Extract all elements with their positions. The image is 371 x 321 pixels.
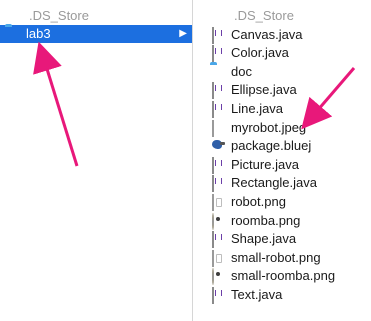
file-name: Canvas.java — [231, 26, 303, 42]
java-file-icon — [210, 26, 226, 44]
file-name: Text.java — [231, 287, 283, 302]
file-name: doc — [231, 63, 252, 79]
java-file-icon — [210, 287, 226, 304]
jpeg-file-icon — [210, 119, 226, 137]
roomba-png-icon — [210, 268, 226, 286]
png-file-icon — [210, 249, 226, 267]
file-name: .DS_Store — [29, 8, 89, 23]
file-row[interactable]: lab3 ▶ — [0, 25, 192, 43]
file-row[interactable]: roomba.png — [193, 212, 371, 230]
file-name: Picture.java — [231, 156, 299, 172]
file-row[interactable]: robot.png — [193, 193, 371, 211]
java-file-icon — [210, 156, 226, 174]
file-name: Ellipse.java — [231, 82, 297, 98]
file-name: .DS_Store — [234, 8, 294, 23]
file-name: Rectangle.java — [231, 175, 317, 191]
file-row[interactable]: package.bluej — [193, 137, 371, 155]
file-row[interactable]: Rectangle.java — [193, 174, 371, 193]
file-row[interactable]: small-roomba.png — [193, 267, 371, 286]
folder-icon — [210, 64, 226, 80]
file-name: roomba.png — [231, 212, 301, 228]
file-row[interactable]: small-robot.png — [193, 249, 371, 267]
file-name: robot.png — [231, 194, 286, 209]
left-column: .DS_Store lab3 ▶ — [0, 0, 192, 321]
file-row[interactable]: .DS_Store — [0, 7, 192, 25]
file-name: lab3 — [26, 26, 51, 41]
file-name: small-robot.png — [231, 249, 321, 265]
file-name: Line.java — [231, 101, 284, 116]
file-row[interactable]: Shape.java — [193, 230, 371, 249]
folder-icon — [5, 26, 21, 42]
file-row[interactable]: Text.java — [193, 286, 371, 304]
java-file-icon — [210, 82, 226, 100]
png-file-icon — [210, 194, 226, 211]
file-row[interactable]: .DS_Store — [193, 7, 371, 25]
java-file-icon — [210, 101, 226, 118]
file-name: Shape.java — [231, 231, 297, 247]
java-file-icon — [210, 45, 226, 63]
file-row[interactable]: Line.java — [193, 100, 371, 118]
right-column: .DS_Store Canvas.java Color.java doc Ellipse… — [192, 0, 371, 321]
file-row[interactable]: Color.java — [193, 44, 371, 63]
file-name: myrobot.jpeg — [231, 119, 307, 135]
roomba-png-icon — [210, 212, 226, 230]
bluej-file-icon — [210, 138, 226, 154]
file-row[interactable]: Ellipse.java — [193, 81, 371, 100]
file-row[interactable]: myrobot.jpeg — [193, 119, 371, 137]
java-file-icon — [210, 175, 226, 193]
file-name: Color.java — [231, 45, 289, 61]
java-file-icon — [210, 231, 226, 249]
file-row[interactable]: doc — [193, 63, 371, 81]
file-name: package.bluej — [231, 138, 312, 154]
file-row[interactable]: Canvas.java — [193, 26, 371, 44]
file-name: small-roomba.png — [231, 268, 336, 284]
disclosure-arrow-icon: ▶ — [179, 28, 187, 39]
file-row[interactable]: Picture.java — [193, 156, 371, 174]
